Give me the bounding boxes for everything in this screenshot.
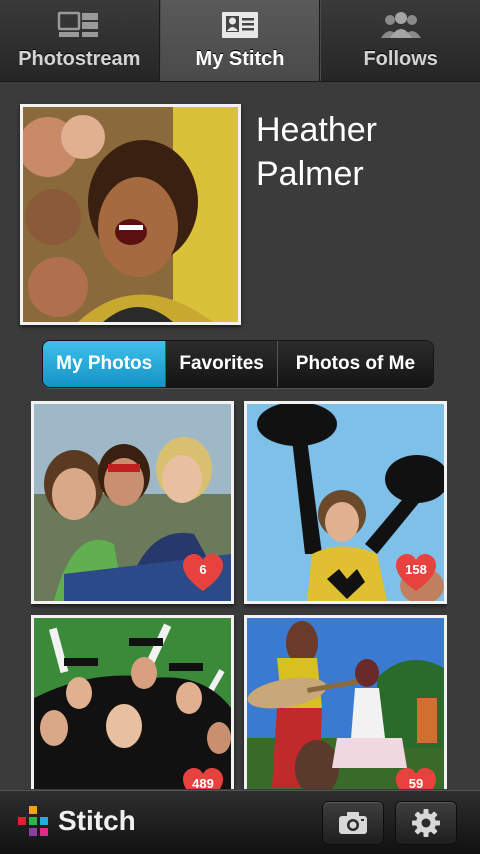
likes-badge: 6 bbox=[181, 553, 225, 593]
tab-follows-label: Follows bbox=[363, 48, 438, 70]
top-tab-bar: Photostream My Stitch Follows bbox=[0, 0, 480, 82]
tab-my-stitch[interactable]: My Stitch bbox=[159, 0, 321, 81]
stitch-logo-icon bbox=[18, 806, 48, 836]
photo-tile[interactable]: 489 bbox=[31, 615, 234, 789]
likes-count: 158 bbox=[405, 562, 427, 577]
profile-first-name: Heather bbox=[256, 111, 377, 149]
photo-filter-segmented-control: My Photos Favorites Photos of Me bbox=[42, 340, 434, 388]
photo-tile[interactable]: 59 bbox=[244, 615, 447, 789]
segment-my-photos[interactable]: My Photos bbox=[43, 341, 167, 387]
settings-button[interactable] bbox=[395, 801, 457, 845]
profile-name: Heather Palmer bbox=[256, 108, 466, 196]
profile-last-name: Palmer bbox=[256, 155, 364, 193]
likes-badge: 59 bbox=[394, 767, 438, 789]
brand-name: Stitch bbox=[58, 805, 136, 836]
likes-count: 6 bbox=[199, 562, 207, 577]
photo-grid: 6 158 489 59 bbox=[31, 401, 447, 789]
photo-tile[interactable]: 6 bbox=[31, 401, 234, 604]
likes-badge: 489 bbox=[181, 767, 225, 789]
gear-icon bbox=[412, 809, 440, 837]
camera-icon bbox=[339, 812, 367, 834]
likes-badge: 158 bbox=[394, 553, 438, 593]
segment-favorites[interactable]: Favorites bbox=[166, 341, 278, 387]
likes-count: 59 bbox=[408, 776, 424, 789]
profile-card-icon bbox=[222, 12, 258, 38]
profile-photo-image bbox=[23, 107, 238, 322]
brand: Stitch bbox=[18, 805, 136, 837]
tab-photostream-label: Photostream bbox=[18, 48, 141, 70]
photo-image bbox=[247, 618, 444, 789]
photo-image bbox=[34, 618, 231, 789]
camera-button[interactable] bbox=[322, 801, 384, 845]
profile-photo[interactable] bbox=[20, 104, 241, 325]
photo-tile[interactable]: 158 bbox=[244, 401, 447, 604]
tab-photostream[interactable]: Photostream bbox=[0, 0, 160, 81]
photostream-icon bbox=[58, 11, 99, 37]
bottom-toolbar: Stitch bbox=[0, 790, 480, 854]
segment-photos-of-me[interactable]: Photos of Me bbox=[277, 341, 433, 387]
people-icon bbox=[380, 12, 421, 38]
tab-follows[interactable]: Follows bbox=[320, 0, 480, 81]
likes-count: 489 bbox=[192, 776, 214, 789]
tab-my-stitch-label: My Stitch bbox=[195, 48, 285, 70]
